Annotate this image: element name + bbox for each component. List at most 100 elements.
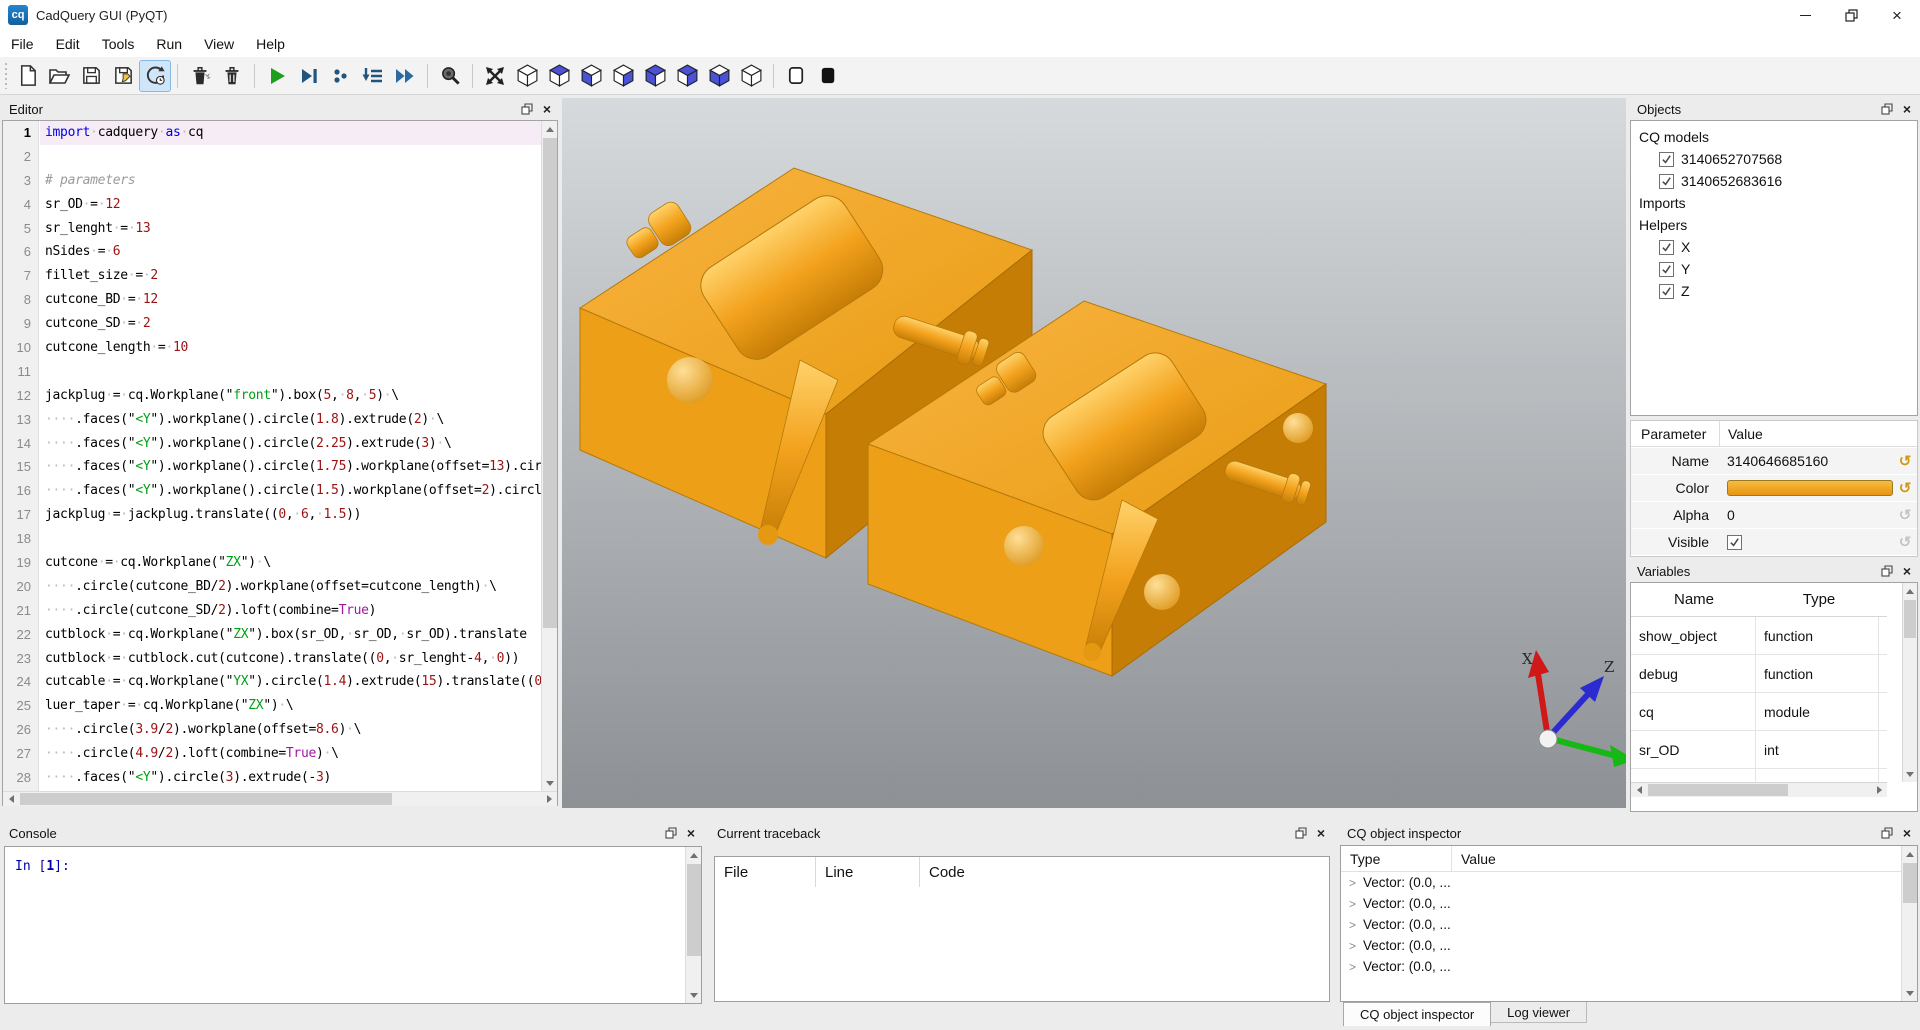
tree-item-cq-models[interactable]: CQ models bbox=[1631, 126, 1917, 148]
code-line[interactable]: cutcone·=·cq.Workplane("ZX")·\ bbox=[40, 551, 541, 575]
code-line[interactable]: nSides·=·6 bbox=[40, 240, 541, 264]
continue-button[interactable] bbox=[390, 61, 420, 91]
inspector-row[interactable]: >Vector: (0.0, ... bbox=[1341, 872, 1917, 893]
menu-item-tools[interactable]: Tools bbox=[91, 32, 146, 56]
float-panel-icon[interactable] bbox=[665, 827, 677, 839]
scroll-right-arrow[interactable] bbox=[1871, 783, 1887, 797]
shaded-mode-button[interactable] bbox=[813, 61, 843, 91]
menu-item-edit[interactable]: Edit bbox=[45, 32, 91, 56]
scroll-up-arrow[interactable] bbox=[1903, 583, 1917, 599]
code-line[interactable] bbox=[40, 360, 541, 384]
screenshot-button[interactable] bbox=[435, 61, 465, 91]
tree-item-x[interactable]: X bbox=[1631, 236, 1917, 258]
menu-item-run[interactable]: Run bbox=[145, 32, 193, 56]
code-line[interactable]: cutcone_SD·=·2 bbox=[40, 312, 541, 336]
close-panel-icon[interactable]: × bbox=[1903, 564, 1911, 578]
scroll-down-arrow[interactable] bbox=[1902, 985, 1918, 1001]
undo-icon[interactable]: ↺ bbox=[1893, 479, 1917, 497]
scrollbar-thumb[interactable] bbox=[1903, 863, 1917, 903]
inspector-row[interactable]: >Vector: (0.0, ... bbox=[1341, 914, 1917, 935]
menu-item-help[interactable]: Help bbox=[245, 32, 296, 56]
variables-vertical-scrollbar[interactable] bbox=[1902, 583, 1917, 782]
code-area[interactable]: import·cadquery·as·cq# parameterssr_OD·=… bbox=[40, 121, 541, 791]
close-panel-icon[interactable]: × bbox=[1903, 102, 1911, 116]
checkbox[interactable] bbox=[1659, 262, 1674, 277]
tree-item-helpers[interactable]: Helpers bbox=[1631, 214, 1917, 236]
code-line[interactable] bbox=[40, 527, 541, 551]
close-panel-icon[interactable]: × bbox=[1317, 826, 1325, 840]
expand-chevron-icon[interactable]: > bbox=[1341, 876, 1355, 890]
scroll-left-arrow[interactable] bbox=[1631, 783, 1647, 797]
variable-row[interactable]: cqmodule<m bbox=[1631, 693, 1887, 731]
code-line[interactable]: ····.circle(cutcone_BD/2).workplane(offs… bbox=[40, 575, 541, 599]
view-front-button[interactable] bbox=[608, 61, 638, 91]
expand-chevron-icon[interactable]: > bbox=[1341, 918, 1355, 932]
float-panel-icon[interactable] bbox=[1881, 103, 1893, 115]
code-line[interactable]: ····.circle(3.9/2).workplane(offset=8.6)… bbox=[40, 718, 541, 742]
scroll-left-arrow[interactable] bbox=[3, 792, 19, 806]
checkbox[interactable] bbox=[1659, 174, 1674, 189]
fit-view-button[interactable] bbox=[480, 61, 510, 91]
code-editor[interactable]: 1234567891011121314151617181920212223242… bbox=[2, 120, 558, 806]
close-button[interactable]: × bbox=[1874, 0, 1920, 30]
code-line[interactable]: cutblock·=·cq.Workplane("ZX").box(sr_OD,… bbox=[40, 623, 541, 647]
float-panel-icon[interactable] bbox=[521, 103, 533, 115]
scrollbar-thumb[interactable] bbox=[543, 138, 557, 628]
scrollbar-thumb[interactable] bbox=[1904, 600, 1916, 638]
breakpoints-button[interactable] bbox=[326, 61, 356, 91]
tree-item-imports[interactable]: Imports bbox=[1631, 192, 1917, 214]
code-line[interactable]: jackplug·=·cq.Workplane("front").box(5,·… bbox=[40, 384, 541, 408]
code-line[interactable]: ····.faces("<Y").workplane().circle(1.8)… bbox=[40, 408, 541, 432]
reload-button[interactable] bbox=[140, 61, 170, 91]
new-file-button[interactable] bbox=[12, 61, 42, 91]
code-line[interactable]: cutblock·=·cutblock.cut(cutcone).transla… bbox=[40, 647, 541, 671]
console[interactable]: In [1]: bbox=[4, 846, 702, 1004]
menu-item-file[interactable]: File bbox=[0, 32, 45, 56]
variable-row[interactable]: sr_ODint12 bbox=[1631, 731, 1887, 769]
property-row-color[interactable]: Color ↺ bbox=[1631, 475, 1917, 501]
inspector-row[interactable]: >Vector: (0.0, ... bbox=[1341, 956, 1917, 977]
open-file-button[interactable] bbox=[44, 61, 74, 91]
inspector-row[interactable]: >Vector: (0.0, ... bbox=[1341, 935, 1917, 956]
scroll-right-arrow[interactable] bbox=[541, 792, 557, 806]
expand-chevron-icon[interactable]: > bbox=[1341, 939, 1355, 953]
3d-viewport[interactable]: X Z Y bbox=[562, 98, 1626, 808]
close-panel-icon[interactable]: × bbox=[1903, 826, 1911, 840]
view-iso-button[interactable] bbox=[512, 61, 542, 91]
code-line[interactable]: ····.circle(cutcone_SD/2).loft(combine=T… bbox=[40, 599, 541, 623]
code-line[interactable]: ····.faces("<Y").workplane().circle(1.75… bbox=[40, 455, 541, 479]
close-panel-icon[interactable]: × bbox=[543, 102, 551, 116]
code-line[interactable]: ····.faces("<Y").workplane().circle(2.25… bbox=[40, 432, 541, 456]
code-line[interactable]: cutcable·=·cq.Workplane("YX").circle(1.4… bbox=[40, 670, 541, 694]
step-button[interactable] bbox=[358, 61, 388, 91]
editor-horizontal-scrollbar[interactable] bbox=[3, 791, 557, 806]
tree-item-y[interactable]: Y bbox=[1631, 258, 1917, 280]
scroll-up-arrow[interactable] bbox=[542, 121, 558, 137]
clear-all-button[interactable] bbox=[217, 61, 247, 91]
variable-row[interactable]: show_objectfunction<f bbox=[1631, 617, 1887, 655]
float-panel-icon[interactable] bbox=[1881, 827, 1893, 839]
expand-chevron-icon[interactable]: > bbox=[1341, 960, 1355, 974]
color-swatch[interactable] bbox=[1727, 480, 1893, 496]
code-line[interactable]: ····.circle(4.9/2).loft(combine=True)·\ bbox=[40, 742, 541, 766]
property-row-name[interactable]: Name 3140646685160 ↺ bbox=[1631, 448, 1917, 474]
code-line[interactable]: sr_lenght·=·13 bbox=[40, 217, 541, 241]
variable-row[interactable]: debugfunction<f bbox=[1631, 655, 1887, 693]
code-line[interactable]: # parameters bbox=[40, 169, 541, 193]
wireframe-mode-button[interactable] bbox=[781, 61, 811, 91]
code-line[interactable]: luer_taper·=·cq.Workplane("ZX")·\ bbox=[40, 694, 541, 718]
code-line[interactable]: fillet_size·=·2 bbox=[40, 264, 541, 288]
code-line[interactable] bbox=[40, 145, 541, 169]
inspector-row[interactable]: >Vector: (0.0, ... bbox=[1341, 893, 1917, 914]
scroll-up-arrow[interactable] bbox=[1902, 846, 1918, 862]
undo-icon[interactable]: ↺ bbox=[1893, 452, 1917, 470]
close-panel-icon[interactable]: × bbox=[687, 826, 695, 840]
scroll-down-arrow[interactable] bbox=[686, 987, 702, 1003]
code-line[interactable]: ····.faces("<Y").workplane().circle(1.5)… bbox=[40, 479, 541, 503]
float-panel-icon[interactable] bbox=[1295, 827, 1307, 839]
variable-row[interactable]: sr_lenghtint13 bbox=[1631, 769, 1887, 782]
code-line[interactable]: cutcone_BD·=·12 bbox=[40, 288, 541, 312]
float-panel-icon[interactable] bbox=[1881, 565, 1893, 577]
view-left-button[interactable] bbox=[672, 61, 702, 91]
tab-log-viewer[interactable]: Log viewer bbox=[1491, 1002, 1587, 1023]
